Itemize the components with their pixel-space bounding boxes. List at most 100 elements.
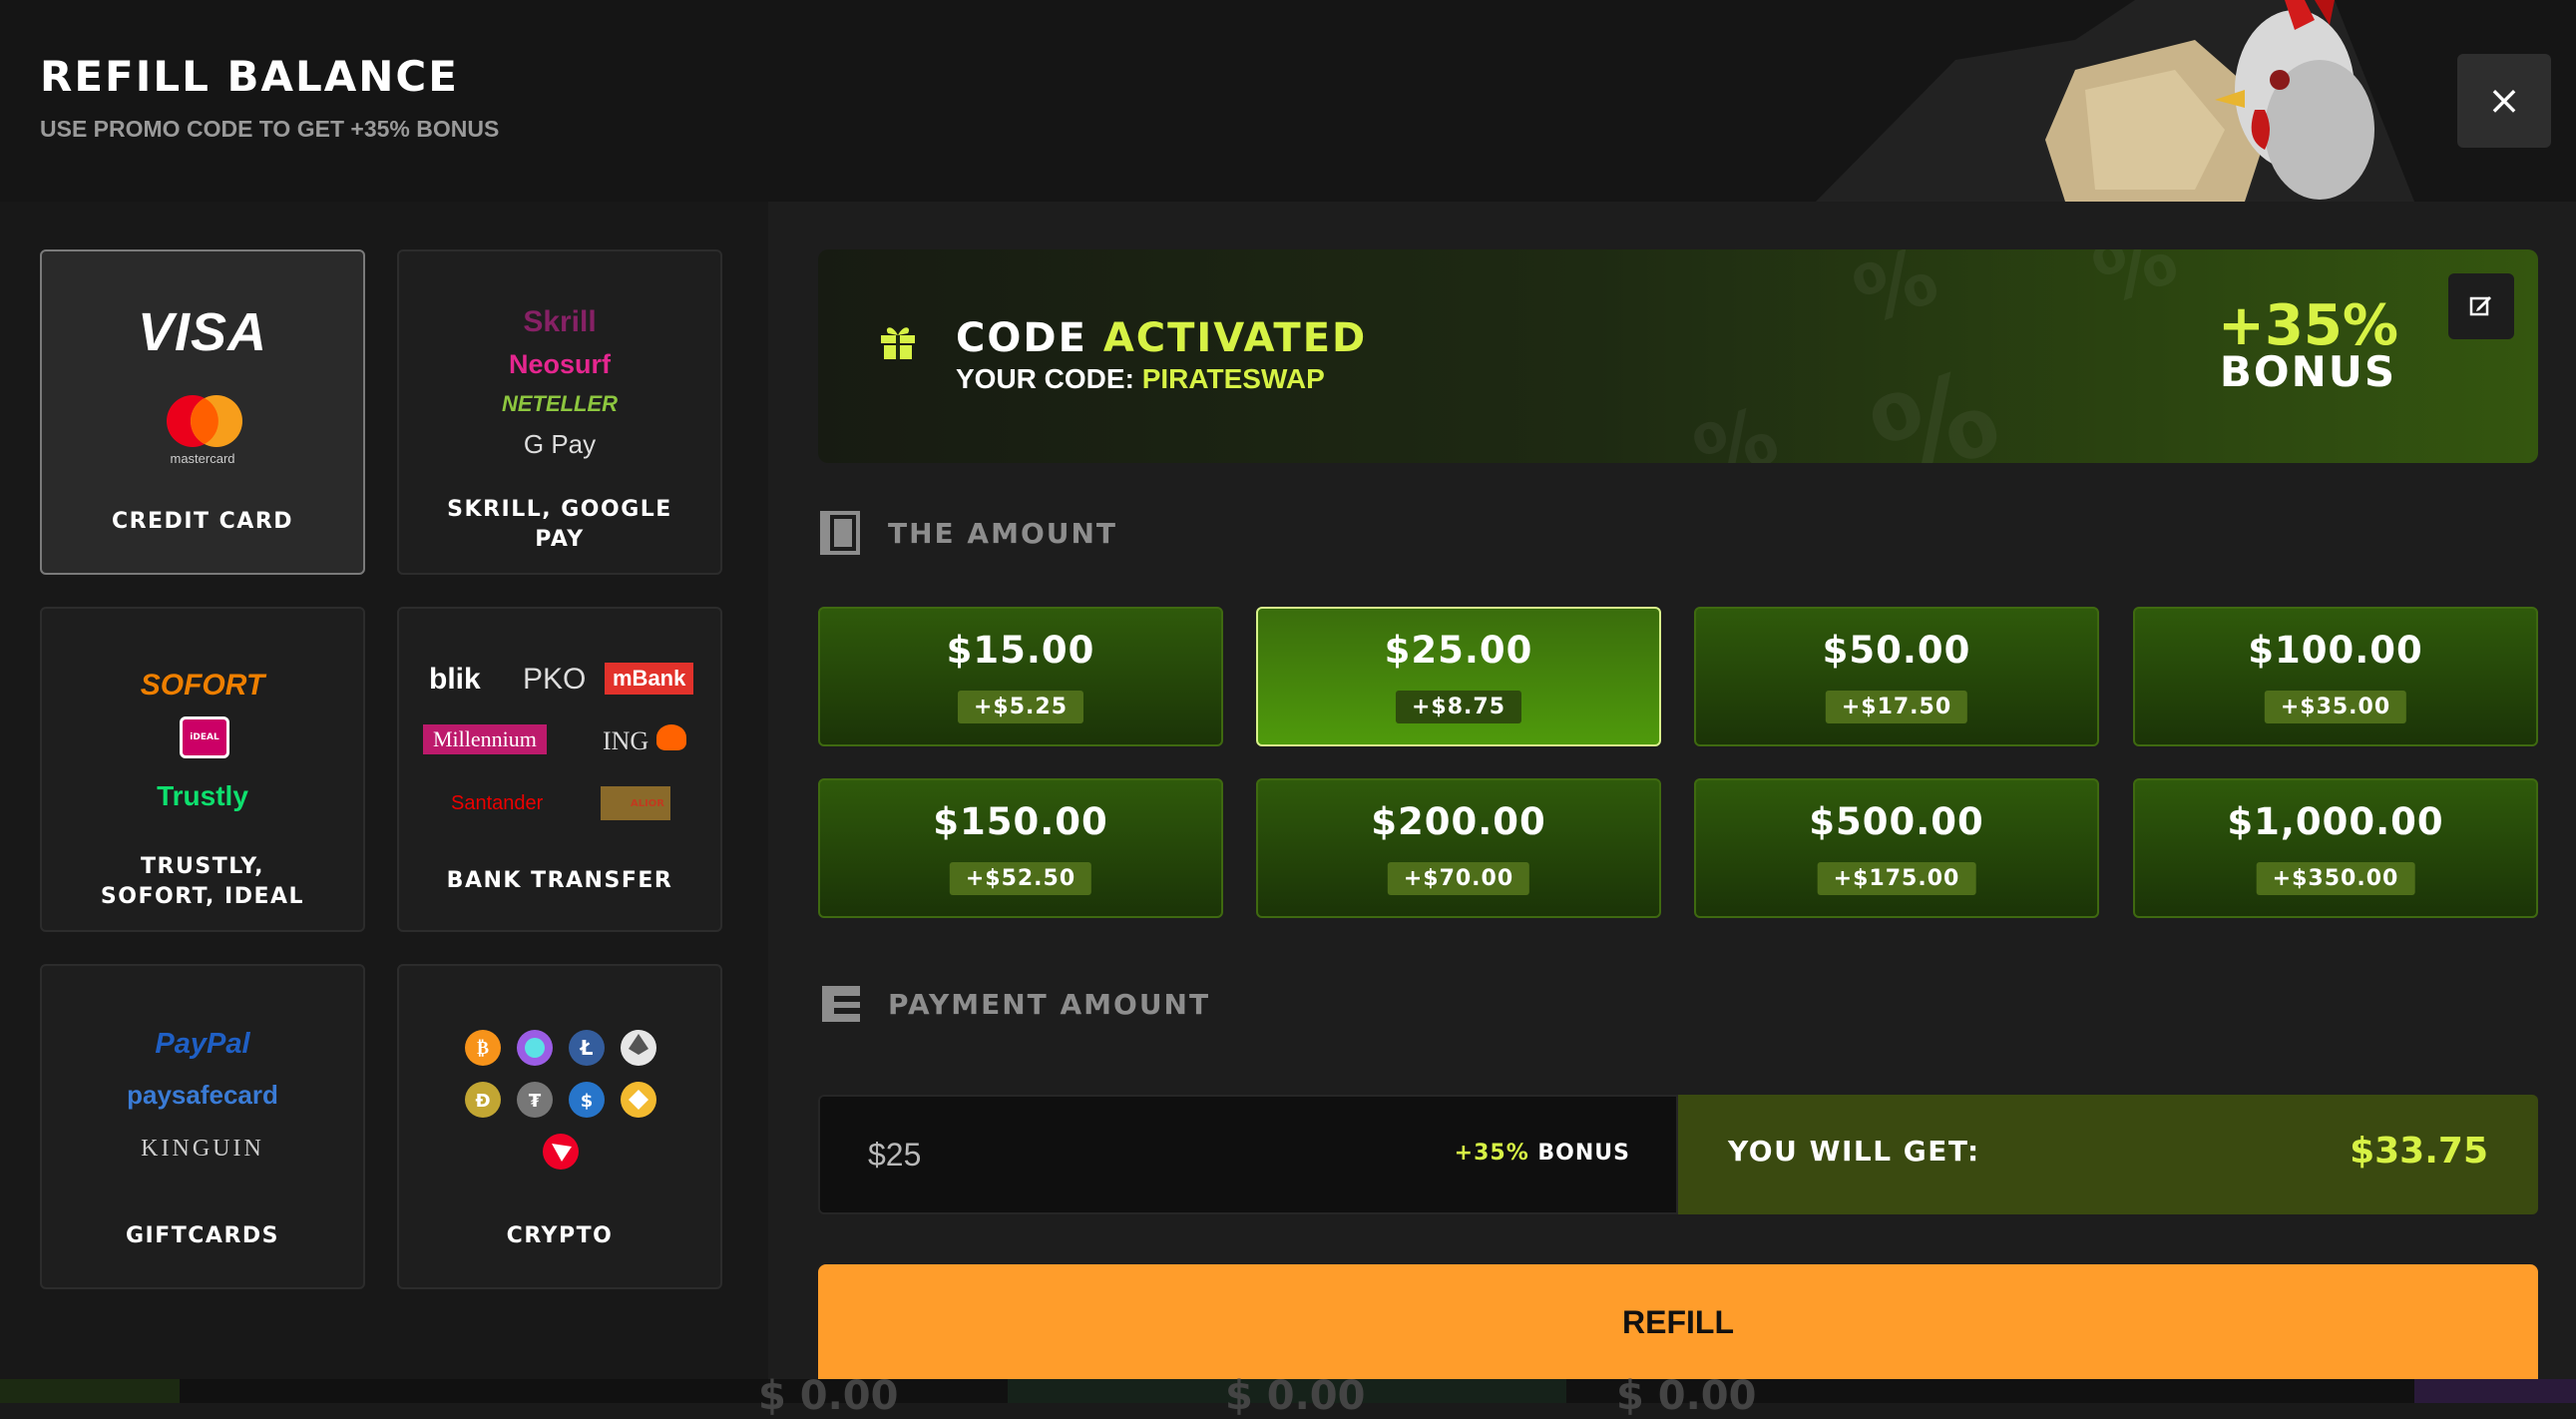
amount-value: $100.00 <box>2248 629 2423 672</box>
amount-value: $25.00 <box>1384 629 1533 672</box>
close-icon: × <box>2487 78 2521 124</box>
percent-watermark: % <box>2081 249 2189 323</box>
percent-watermark: % <box>1855 342 2016 463</box>
skrill-logo: Skrill <box>523 305 597 338</box>
payment-bonus-tag: +35% BONUS <box>1455 1141 1630 1166</box>
amount-bonus: +$8.75 <box>1395 691 1522 723</box>
payment-amount-value: $25 <box>868 1137 922 1173</box>
payment-bonus-word: BONUS <box>1537 1141 1630 1166</box>
edit-code-button[interactable] <box>2448 273 2514 339</box>
ideal-logo: iDEAL <box>180 716 229 758</box>
rooster-mascot-illustration <box>1816 0 2414 202</box>
amount-bonus: +$5.25 <box>957 691 1084 723</box>
amount-bonus: +$175.00 <box>1817 862 1976 895</box>
pko-logo: PKO <box>523 663 587 696</box>
refill-button[interactable]: REFILL <box>818 1264 2538 1380</box>
amount-option[interactable]: $15.00 +$5.25 <box>818 607 1223 746</box>
amount-option[interactable]: $50.00 +$17.50 <box>1694 607 2099 746</box>
google-pay-logo: G Pay <box>523 429 597 459</box>
payment-section-header: PAYMENT AMOUNT <box>820 984 1210 1024</box>
promo-code-banner: % % % % CODE ACTIVATED YOUR CODE: PIRATE… <box>818 249 2538 463</box>
mastercard-logo-text: mastercard <box>170 451 235 466</box>
background-ghost-text: $ 0.00 <box>1616 1373 1757 1419</box>
amount-option-selected[interactable]: $25.00 +$8.75 <box>1256 607 1661 746</box>
edit-icon <box>2469 296 2491 316</box>
method-giftcards[interactable]: PayPal paysafecard KINGUIN GIFTCARDS <box>40 964 365 1289</box>
method-credit-card[interactable]: VISA mastercard CREDIT CARD <box>40 249 365 575</box>
amount-option[interactable]: $200.00 +$70.00 <box>1256 778 1661 918</box>
paypal-logo: PayPal <box>155 1028 250 1060</box>
amount-bonus: +$17.50 <box>1825 691 1968 723</box>
your-code-line: YOUR CODE: PIRATESWAP <box>956 363 1325 395</box>
payment-amount-input[interactable]: $25 +35% BONUS <box>818 1095 1678 1214</box>
millennium-logo: Millennium <box>423 724 547 754</box>
trustly-logo: Trustly <box>157 780 248 811</box>
percent-watermark: % <box>1842 249 1949 343</box>
background-ghost-text: $ 0.00 <box>758 1373 899 1419</box>
payment-card-icon <box>822 986 860 1022</box>
sofort-logo: SOFORT <box>140 669 265 702</box>
ing-lion-icon <box>656 724 686 750</box>
svg-text:$: $ <box>581 1091 594 1112</box>
bonus-word: BONUS <box>2219 347 2397 396</box>
modal-header: REFILL BALANCE USE PROMO CODE TO GET +35… <box>0 0 2576 202</box>
you-will-get-value: $33.75 <box>2350 1131 2488 1172</box>
santander-logo: Santander <box>451 792 544 814</box>
paysafecard-logo: paysafecard <box>127 1080 278 1110</box>
amount-value: $150.00 <box>933 800 1108 843</box>
mbank-logo: mBank <box>605 663 694 695</box>
mastercard-icon <box>167 395 242 447</box>
method-label: CRYPTO <box>506 1223 614 1248</box>
modal-title: REFILL BALANCE <box>40 52 459 101</box>
method-bank-transfer[interactable]: blik PKO mBank Millennium ING Santander … <box>397 607 722 932</box>
method-crypto[interactable]: ₿ Ł Ð ₮ $ CRYPTO <box>397 964 722 1289</box>
wallet-icon <box>820 511 860 555</box>
amount-option[interactable]: $1,000.00 +$350.00 <box>2133 778 2538 918</box>
amount-section-title: THE AMOUNT <box>888 516 1118 550</box>
blik-logo: blik <box>429 663 481 696</box>
visa-logo: VISA <box>137 302 268 362</box>
method-skrill-google-pay[interactable]: Skrill Neosurf NETELLER G Pay SKRILL, GO… <box>397 249 722 575</box>
your-code-label: YOUR CODE: <box>956 363 1134 394</box>
gift-icon <box>881 327 915 359</box>
ing-logo: ING <box>603 726 649 755</box>
amount-bonus: +$52.50 <box>949 862 1092 895</box>
neteller-logo: NETELLER <box>501 391 619 416</box>
amount-section-header: THE AMOUNT <box>820 509 1117 557</box>
payment-bonus-percent: +35% <box>1454 1141 1529 1166</box>
code-word: CODE <box>956 315 1087 361</box>
method-label: BANK TRANSFER <box>446 868 673 893</box>
background-tile <box>2414 1379 2576 1403</box>
amount-value: $15.00 <box>946 629 1095 672</box>
amount-value: $1,000.00 <box>2227 800 2444 843</box>
payment-amount-row: $25 +35% BONUS YOU WILL GET: $33.75 <box>818 1095 2538 1214</box>
amount-bonus: +$35.00 <box>2264 691 2407 723</box>
kinguin-logo: KINGUIN <box>141 1136 264 1162</box>
method-label-line-1: SKRILL, GOOGLE <box>447 497 672 522</box>
you-will-get-label: YOU WILL GET: <box>1728 1135 1980 1168</box>
alior-logo: ALIOR <box>601 786 670 820</box>
background-tile <box>0 1379 180 1403</box>
refill-balance-modal: REFILL BALANCE USE PROMO CODE TO GET +35… <box>0 0 2576 1419</box>
activated-word: ACTIVATED <box>1102 315 1368 361</box>
percent-watermark: % <box>1682 388 1790 463</box>
background-ghost-text: $ 0.00 <box>1225 1373 1366 1419</box>
promo-code-value: PIRATESWAP <box>1141 363 1325 394</box>
method-trustly-sofort-ideal[interactable]: SOFORT iDEAL Trustly TRUSTLY, SOFORT, ID… <box>40 607 365 932</box>
amount-option[interactable]: $500.00 +$175.00 <box>1694 778 2099 918</box>
payment-section-title: PAYMENT AMOUNT <box>888 987 1211 1021</box>
method-label: CREDIT CARD <box>111 509 294 534</box>
method-label-line-2: SOFORT, IDEAL <box>100 884 305 909</box>
method-label: GIFTCARDS <box>126 1223 279 1248</box>
you-will-get-box: YOU WILL GET: $33.75 <box>1678 1095 2538 1214</box>
amount-value: $200.00 <box>1371 800 1546 843</box>
bonus-percent: +35% <box>2218 293 2398 358</box>
crypto-coins-icons: ₿ Ł Ð ₮ $ <box>465 1030 656 1170</box>
method-label-line-1: TRUSTLY, <box>141 854 264 879</box>
close-button[interactable]: × <box>2457 54 2551 148</box>
amount-bonus: +$350.00 <box>2256 862 2415 895</box>
amount-option[interactable]: $100.00 +$35.00 <box>2133 607 2538 746</box>
amount-option[interactable]: $150.00 +$52.50 <box>818 778 1223 918</box>
svg-text:Ð: Ð <box>475 1091 490 1112</box>
amount-value: $500.00 <box>1809 800 1984 843</box>
